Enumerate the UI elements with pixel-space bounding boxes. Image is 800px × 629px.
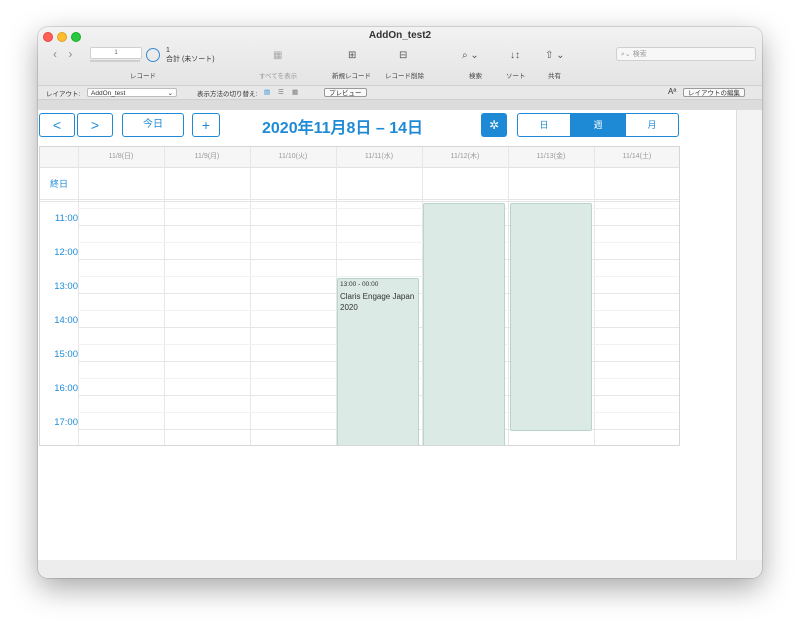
hour-label: 15:00 xyxy=(54,349,78,360)
edit-layout-button[interactable]: レイアウトの編集 xyxy=(683,87,745,97)
day-header: 11/9(月) xyxy=(194,153,220,160)
record-total: 合計 (未ソート) xyxy=(166,56,215,63)
find-button[interactable]: 検索 xyxy=(469,70,482,80)
delete-record-icon[interactable]: ⊟ xyxy=(399,50,407,61)
sort-icon[interactable]: ↓↕ xyxy=(510,50,520,61)
hour-label: 13:00 xyxy=(54,281,78,292)
add-event-button[interactable]: + xyxy=(192,113,220,137)
event-time: 13:00 - 00:00 xyxy=(340,281,379,288)
record-slider[interactable]: 1 xyxy=(90,47,142,59)
layout-select-value: AddOn_test xyxy=(91,89,126,97)
quick-find-search-field[interactable]: ⌕⌄ 検索 xyxy=(616,47,756,61)
sort-button[interactable]: ソート xyxy=(506,70,526,80)
day-header: 11/11(水) xyxy=(364,153,394,160)
chevron-down-icon: ⌄ xyxy=(167,89,173,97)
share-icon[interactable]: ⇧ ⌄ xyxy=(545,50,565,61)
today-button[interactable]: 今日 xyxy=(122,113,184,137)
content-area: < > 今日 + 2020年11月8日 – 14日 ✲ 日 週 月 11/8(日… xyxy=(38,100,762,578)
day-header: 11/8(日) xyxy=(108,153,134,160)
delete-record-button[interactable]: レコード削除 xyxy=(385,70,424,80)
column-divider xyxy=(78,147,79,445)
records-label: レコード xyxy=(130,73,156,80)
day-header-row: 11/8(日) 11/9(月) 11/10(火) 11/11(水) 11/12(… xyxy=(40,147,679,168)
day-header: 11/10(火) xyxy=(278,153,308,160)
record-pie-icon xyxy=(146,48,160,62)
column-divider xyxy=(250,147,251,445)
calendar-event[interactable]: 13:00 - 00:00 Claris Engage Japan 2020 xyxy=(337,278,419,445)
column-divider xyxy=(164,147,165,445)
layout-bar: レイアウト: AddOn_test ⌄ 表示方法の切り替え: ▤ ☰ ▦ プレビ… xyxy=(38,86,762,100)
hour-label: 14:00 xyxy=(54,315,78,326)
week-calendar: 11/8(日) 11/9(月) 11/10(火) 11/11(水) 11/12(… xyxy=(39,146,680,446)
hour-label: 11:00 xyxy=(54,213,78,224)
calendar-event[interactable] xyxy=(423,203,505,445)
preview-button[interactable]: プレビュー xyxy=(324,87,367,97)
gear-icon[interactable]: ✲ xyxy=(481,113,507,137)
record-slider-track[interactable] xyxy=(90,60,140,62)
layout-select[interactable]: AddOn_test ⌄ xyxy=(87,87,177,97)
day-header: 11/13(金) xyxy=(536,153,566,160)
show-all-button[interactable]: すべてを表示 xyxy=(259,70,297,80)
window-title: AddOn_test2 xyxy=(368,30,432,41)
column-divider xyxy=(594,147,595,445)
app-window: AddOn_test2 ‹ › 1 1 合計 (未ソート) レコード ▦ すべて… xyxy=(38,27,762,578)
form-view-icon[interactable]: ▤ xyxy=(264,88,270,96)
layout-label: レイアウト: xyxy=(46,91,81,98)
column-divider xyxy=(508,147,509,445)
prev-week-button[interactable]: < xyxy=(39,113,75,137)
month-view-button[interactable]: 月 xyxy=(625,113,679,137)
day-header: 11/14(土) xyxy=(622,153,652,160)
next-week-button[interactable]: > xyxy=(77,113,113,137)
day-header: 11/12(木) xyxy=(450,153,480,160)
share-button[interactable]: 共有 xyxy=(548,70,561,80)
all-day-row: 終日 xyxy=(40,167,679,202)
search-icon[interactable]: ⌕ ⌄ xyxy=(462,50,479,61)
search-placeholder: 検索 xyxy=(632,51,647,58)
list-view-icon[interactable]: ☰ xyxy=(278,88,284,96)
week-view-button[interactable]: 週 xyxy=(571,113,625,137)
hour-label: 17:00 xyxy=(54,417,78,428)
title-bar: AddOn_test2 ‹ › 1 1 合計 (未ソート) レコード ▦ すべて… xyxy=(38,27,762,86)
hour-label: 12:00 xyxy=(54,247,78,258)
day-view-button[interactable]: 日 xyxy=(517,113,571,137)
content-top-strip xyxy=(38,100,762,110)
event-title: Claris Engage Japan 2020 xyxy=(340,292,415,312)
calendar-event[interactable] xyxy=(510,203,592,431)
right-scroll-strip xyxy=(736,110,762,560)
new-record-icon[interactable]: ⊞ xyxy=(348,50,356,61)
view-as-label: 表示方法の切り替え: xyxy=(197,91,258,98)
record-info: 1 合計 (未ソート) xyxy=(166,46,215,64)
record-count: 1 xyxy=(166,47,170,54)
calendar-pane: < > 今日 + 2020年11月8日 – 14日 ✲ 日 週 月 11/8(日… xyxy=(38,110,736,560)
show-all-icon[interactable]: ▦ xyxy=(273,50,282,61)
new-record-button[interactable]: 新規レコード xyxy=(332,70,371,80)
search-field-icon: ⌕⌄ xyxy=(621,51,633,58)
text-format-icon[interactable]: Aª xyxy=(668,87,676,96)
record-nav-arrows[interactable]: ‹ › xyxy=(53,47,76,61)
hour-label: 16:00 xyxy=(54,383,78,394)
all-day-label: 終日 xyxy=(49,179,68,189)
calendar-title: 2020年11月8日 – 14日 xyxy=(262,120,423,137)
table-view-icon[interactable]: ▦ xyxy=(292,88,298,96)
